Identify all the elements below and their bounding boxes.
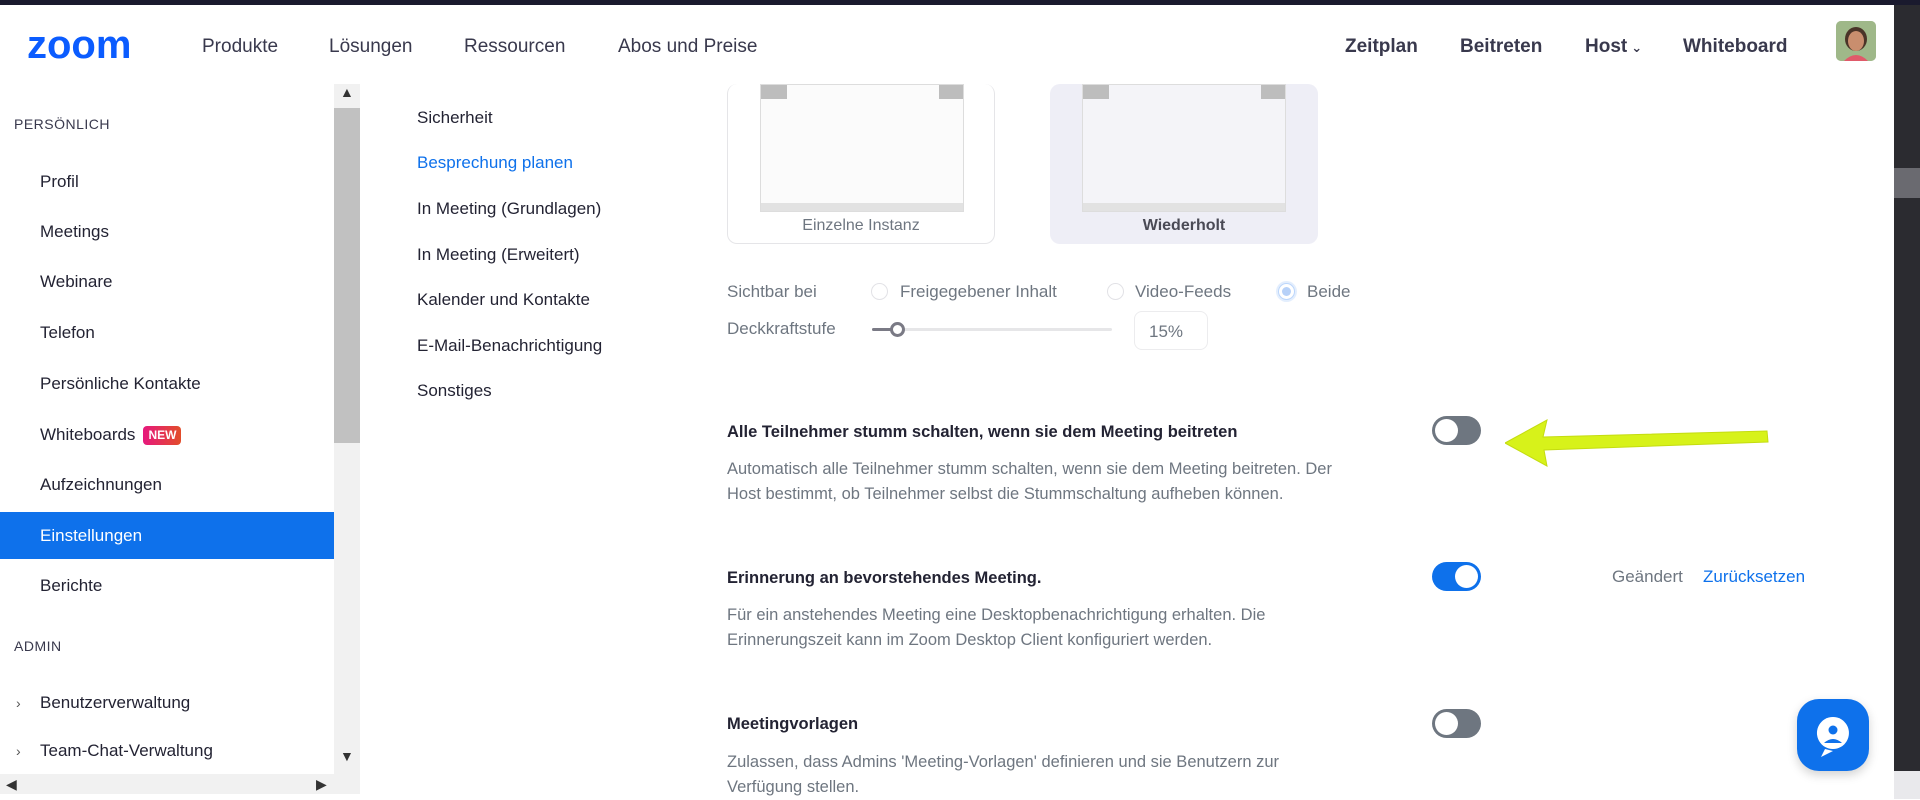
setting-desc-reminder: Für ein anstehendes Meeting eine Desktop… (727, 603, 1427, 653)
desc-line: Automatisch alle Teilnehmer stumm schalt… (727, 460, 1332, 478)
sidebar-item-reports[interactable]: Berichte (0, 562, 334, 609)
option-card-repeated[interactable]: Wiederholt (1050, 84, 1318, 244)
setting-title-templates: Meetingvorlagen (727, 715, 859, 733)
sidebar-item-settings[interactable]: Einstellungen (0, 512, 334, 559)
opacity-label: Deckkraftstufe (727, 319, 836, 338)
sidebar-item-contacts[interactable]: Persönliche Kontakte (0, 360, 334, 407)
toggle-meeting-templates[interactable] (1432, 709, 1481, 738)
sidebar-item-label: Whiteboards (40, 425, 136, 444)
nav-host-label: Host (1585, 36, 1628, 57)
toggle-knob (1435, 712, 1458, 735)
subnav-in-meeting-advanced[interactable]: In Meeting (Erweitert) (417, 245, 580, 265)
sidebar-item-team-chat[interactable]: Team-Chat-Verwaltung (0, 727, 334, 774)
setting-desc-templates: Zulassen, dass Admins 'Meeting-Vorlagen'… (727, 750, 1427, 800)
card-label: Wiederholt (1142, 217, 1226, 234)
subnav-schedule-meeting[interactable]: Besprechung planen (417, 153, 573, 173)
visible-label: Sichtbar bei (727, 282, 817, 301)
sidebar-item-recordings[interactable]: Aufzeichnungen (0, 461, 334, 508)
desc-line: Erinnerungszeit kann im Zoom Desktop Cli… (727, 631, 1213, 649)
sidebar-section-personal: PERSÖNLICH (14, 116, 111, 132)
subnav-email-notification[interactable]: E-Mail-Benachrichtigung (417, 336, 602, 356)
opacity-slider-track[interactable] (872, 328, 1112, 331)
annotation-arrow-icon (1505, 419, 1769, 467)
nav-pricing[interactable]: Abos und Preise (618, 36, 757, 58)
scrollbar-corner (1894, 771, 1920, 799)
page-scrollbar[interactable] (1894, 5, 1920, 799)
sidebar-item-webinars[interactable]: Webinare (0, 258, 334, 305)
reset-link[interactable]: Zurücksetzen (1703, 567, 1805, 587)
subnav-security[interactable]: Sicherheit (417, 108, 493, 128)
opacity-value-field[interactable]: 15% (1134, 311, 1208, 350)
toggle-knob (1435, 419, 1458, 442)
desc-line: Zulassen, dass Admins 'Meeting-Vorlagen'… (727, 753, 1280, 771)
sidebar-item-whiteboards[interactable]: Whiteboards NEW (0, 411, 334, 458)
setting-title-mute: Alle Teilnehmer stumm schalten, wenn sie… (727, 423, 1238, 441)
sidebar-item-meetings[interactable]: Meetings (0, 208, 334, 255)
radio-shared-content[interactable] (871, 283, 888, 300)
subnav-calendar-contacts[interactable]: Kalender und Kontakte (417, 290, 590, 310)
scroll-right-icon[interactable]: ▶ (316, 776, 327, 793)
sidebar-scrollbar-thumb[interactable] (334, 108, 360, 443)
preview-image (760, 84, 964, 212)
opacity-slider-handle[interactable] (890, 322, 905, 337)
changed-label: Geändert (1612, 567, 1683, 586)
sidebar-item-user-management[interactable]: Benutzerverwaltung (0, 679, 334, 726)
top-header: zoom Produkte Lösungen Ressourcen Abos u… (0, 5, 1894, 84)
radio-both[interactable] (1278, 283, 1295, 300)
logo-text: zoom (27, 25, 131, 65)
nav-host[interactable]: Host ⌄ (1585, 36, 1642, 58)
scroll-down-icon[interactable]: ▼ (340, 748, 354, 764)
subnav-other[interactable]: Sonstiges (417, 381, 492, 401)
support-chat-button[interactable] (1797, 699, 1869, 771)
toggle-meeting-reminder[interactable] (1432, 562, 1481, 591)
desc-line: Host bestimmt, ob Teilnehmer selbst die … (727, 485, 1284, 503)
chat-bot-icon (1816, 717, 1849, 757)
page-scrollbar-thumb[interactable] (1894, 168, 1920, 198)
radio-label: Video-Feeds (1135, 282, 1232, 301)
sidebar-section-admin: ADMIN (14, 638, 62, 654)
card-label: Einzelne Instanz (802, 217, 920, 234)
toggle-knob (1455, 565, 1478, 588)
nav-solutions[interactable]: Lösungen (329, 36, 412, 58)
sidebar-item-profile[interactable]: Profil (0, 158, 334, 205)
sidebar-horizontal-scrollbar[interactable] (0, 774, 360, 794)
setting-title-reminder: Erinnerung an bevorstehendes Meeting. (727, 569, 1042, 587)
desc-line: Für ein anstehendes Meeting eine Desktop… (727, 606, 1266, 624)
subnav-in-meeting-basic[interactable]: In Meeting (Grundlagen) (417, 199, 601, 219)
nav-join[interactable]: Beitreten (1460, 36, 1542, 58)
sidebar-item-phone[interactable]: Telefon (0, 309, 334, 356)
user-avatar[interactable] (1836, 21, 1876, 61)
nav-schedule[interactable]: Zeitplan (1345, 36, 1418, 58)
sidebar: PERSÖNLICH Profil Meetings Webinare Tele… (0, 84, 334, 774)
radio-label: Beide (1307, 282, 1351, 301)
option-card-single[interactable]: Einzelne Instanz (727, 84, 995, 244)
setting-desc-mute: Automatisch alle Teilnehmer stumm schalt… (727, 457, 1427, 507)
new-badge: NEW (143, 426, 182, 446)
scroll-up-icon[interactable]: ▲ (340, 84, 354, 100)
toggle-mute-on-entry[interactable] (1432, 416, 1481, 445)
radio-video-feeds[interactable] (1107, 283, 1124, 300)
zoom-logo[interactable]: zoom (27, 25, 161, 65)
preview-image (1082, 84, 1286, 212)
nav-products[interactable]: Produkte (202, 36, 278, 58)
chevron-down-icon: ⌄ (1631, 40, 1643, 55)
scroll-left-icon[interactable]: ◀ (6, 776, 17, 793)
nav-resources[interactable]: Ressourcen (464, 36, 565, 58)
radio-label: Freigegebener Inhalt (900, 282, 1057, 301)
desc-line: Verfügung stellen. (727, 778, 860, 796)
nav-whiteboard[interactable]: Whiteboard (1683, 36, 1788, 58)
